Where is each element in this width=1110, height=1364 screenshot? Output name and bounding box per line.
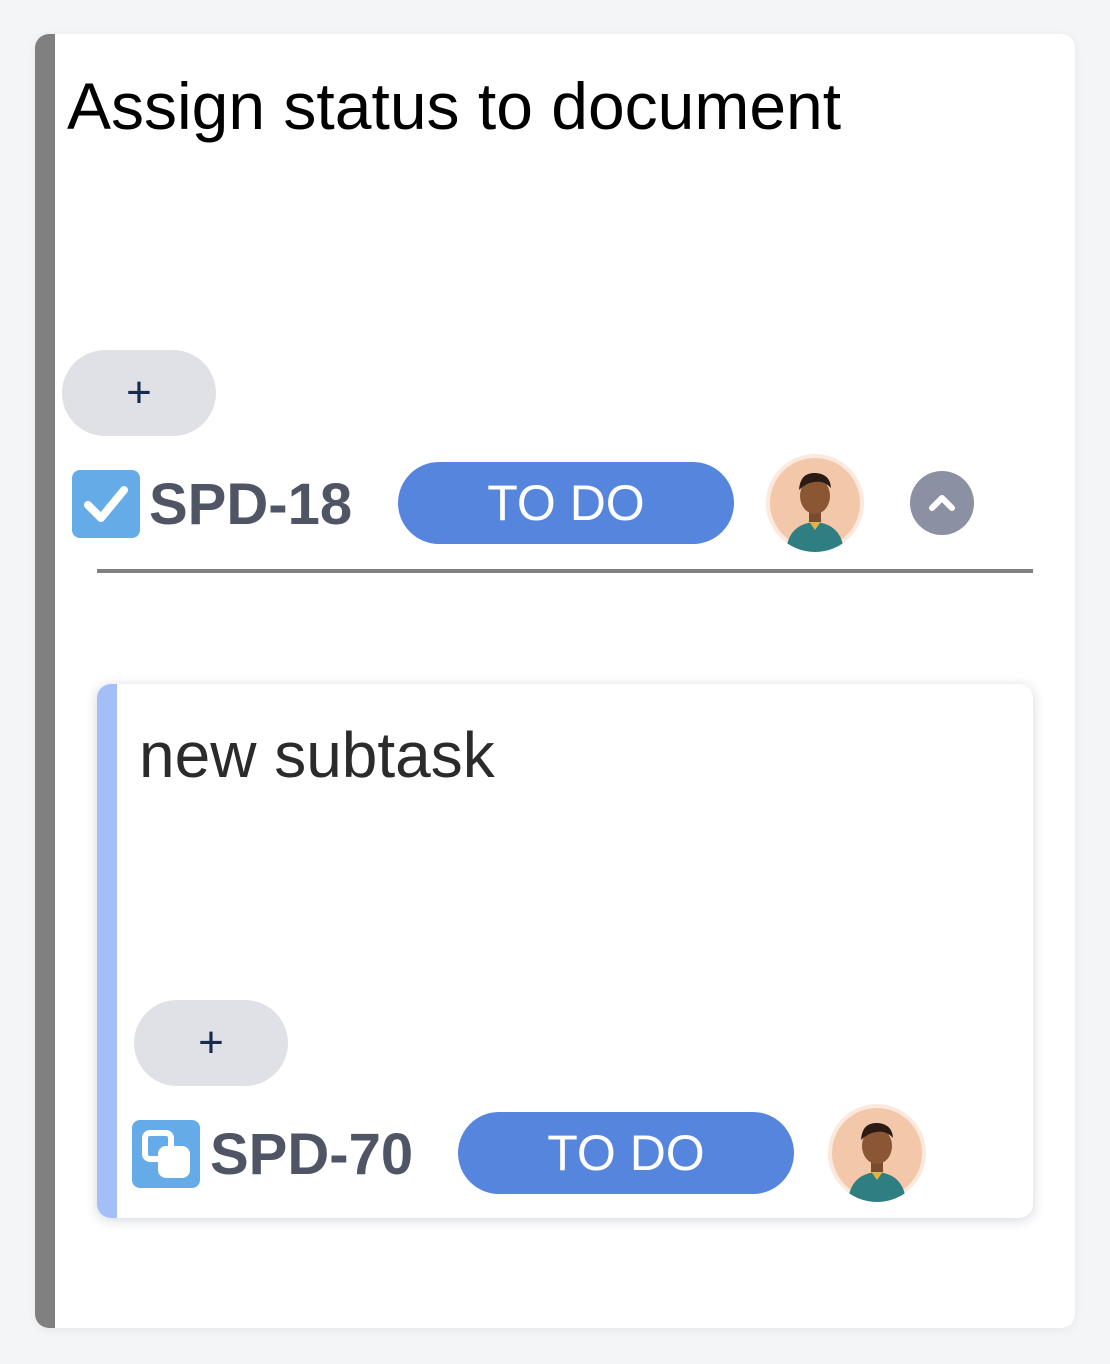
avatar-icon[interactable] [766, 454, 864, 552]
subtask-status-button[interactable]: TO DO [458, 1112, 794, 1194]
checkbox-icon [72, 470, 140, 538]
chevron-up-icon [929, 495, 955, 511]
card-title[interactable]: Assign status to document [67, 70, 841, 143]
subtask-issue-row: SPD-70 TO DO [97, 1104, 1033, 1202]
divider [97, 569, 1033, 573]
issue-card[interactable]: Assign status to document + SPD-18 TO DO [35, 34, 1075, 1328]
subtask-key-link[interactable]: SPD-70 [210, 1126, 413, 1184]
card-accent-bar [35, 34, 55, 1328]
subtask-add-button[interactable]: + [134, 1000, 288, 1086]
subtask-card[interactable]: new subtask + SPD-70 TO DO [97, 684, 1033, 1218]
subtask-title[interactable]: new subtask [139, 720, 495, 791]
issue-key-link[interactable]: SPD-18 [149, 476, 352, 534]
issue-row: SPD-18 TO DO [35, 454, 1075, 552]
status-button[interactable]: TO DO [398, 462, 734, 544]
collapse-button[interactable] [910, 471, 974, 535]
add-button[interactable]: + [62, 350, 216, 436]
avatar-icon[interactable] [828, 1104, 926, 1202]
subtask-icon [132, 1120, 200, 1188]
